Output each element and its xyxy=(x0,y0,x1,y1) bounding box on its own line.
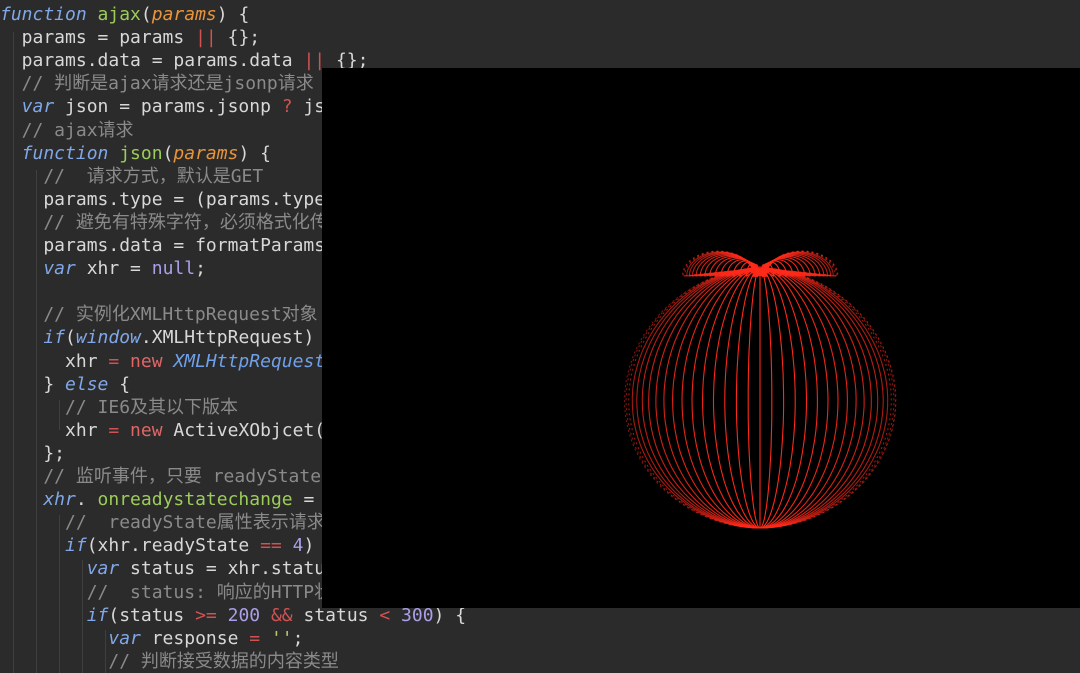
code-token: json xyxy=(119,142,163,164)
code-token: response xyxy=(151,627,250,649)
code-token: if xyxy=(0,535,87,557)
code-token: .XMLHttpRequest) { xyxy=(140,327,336,349)
code-token: . xyxy=(75,489,98,511)
code-token: = xyxy=(292,489,326,511)
heart-wire xyxy=(759,251,884,529)
code-token: || xyxy=(195,27,217,49)
code-token: && xyxy=(270,604,293,626)
code-token: status = xhr.status; xyxy=(130,558,347,580)
code-token: params.type = (params.type xyxy=(0,188,336,210)
code-line: var status = xhr.status; xyxy=(0,557,347,580)
code-token: var xyxy=(0,258,87,280)
code-token: xhr xyxy=(0,489,76,511)
code-token: >= xyxy=(195,604,217,626)
heart-animation-preview xyxy=(322,68,1080,608)
code-line: function ajax(params) { xyxy=(0,3,249,26)
code-line: function json(params) { xyxy=(0,142,271,165)
code-line: // status: 响应的HTTP状态码 xyxy=(0,581,368,604)
code-token: params xyxy=(151,4,217,25)
code-line: var response = ''; xyxy=(0,627,303,650)
code-token: var xyxy=(0,96,66,118)
code-line: // 判断是ajax请求还是jsonp请求 xyxy=(0,72,314,95)
code-token: onreadystatechange xyxy=(97,489,293,511)
code-token: // 判断接受数据的内容类型 xyxy=(0,650,339,672)
code-token: ) { xyxy=(216,4,250,25)
code-token: 4 xyxy=(281,535,304,557)
code-token: var xyxy=(0,627,152,649)
code-token: new xyxy=(119,419,174,441)
code-token: }; xyxy=(0,442,66,464)
code-line: params.data = params.data || {}; xyxy=(0,49,369,72)
code-token: new xyxy=(119,350,174,372)
heart-wire xyxy=(759,264,773,529)
code-token: ( xyxy=(162,142,174,164)
code-token: null xyxy=(151,258,196,280)
code-token: // ajax请求 xyxy=(0,119,134,141)
code-token: params = params xyxy=(0,27,196,49)
code-token: {}; xyxy=(216,27,261,49)
code-line: // 请求方式，默认是GET xyxy=(0,165,263,188)
heart-wire xyxy=(636,251,761,529)
code-line: if(window.XMLHttpRequest) { xyxy=(0,326,336,349)
code-token: ; xyxy=(292,627,304,649)
code-token: window xyxy=(75,327,141,349)
heart-wire xyxy=(759,253,865,529)
code-line: }; xyxy=(0,442,65,465)
code-token: (xhr.readyState xyxy=(86,535,261,557)
code-token: else xyxy=(65,373,109,395)
code-token: // IE6及其以下版本 xyxy=(0,396,239,418)
code-line: // ajax请求 xyxy=(0,119,134,142)
code-token: ( xyxy=(140,4,152,25)
code-token: = xyxy=(249,627,261,649)
code-token: params xyxy=(173,142,239,164)
code-token: params.data = params.data xyxy=(0,50,304,72)
code-line: params = params || {}; xyxy=(0,26,260,49)
code-token: '' xyxy=(260,627,293,649)
code-line: // 实例化XMLHttpRequest对象 xyxy=(0,303,318,326)
code-token: json = params.jsonp xyxy=(65,96,282,118)
code-token: // 实例化XMLHttpRequest对象 xyxy=(0,304,318,326)
code-token: = xyxy=(108,350,120,372)
code-token: XMLHttpRequest xyxy=(173,350,326,372)
code-token: // 判断是ajax请求还是jsonp请求 xyxy=(0,73,314,95)
code-token: ) { xyxy=(238,142,271,164)
code-token: 200 xyxy=(216,604,271,626)
code-token: { xyxy=(108,373,131,395)
code-token: xhr xyxy=(0,350,109,372)
code-line: // 判断接受数据的内容类型 xyxy=(0,650,339,673)
code-token: ajax xyxy=(97,4,141,25)
code-line: var xhr = null; xyxy=(0,257,206,280)
code-line: if(xhr.readyState == 4) { xyxy=(0,534,336,557)
code-token: xhr = xyxy=(86,258,152,280)
code-token: function xyxy=(0,142,120,164)
code-line: xhr = new XMLHttpRequest(); xyxy=(0,350,358,373)
code-token: ( xyxy=(65,327,76,349)
code-token: ; xyxy=(195,258,206,280)
heart-wire xyxy=(655,253,761,529)
code-token: if xyxy=(0,604,109,626)
heart-drawing xyxy=(624,250,897,529)
code-token: // 请求方式，默认是GET xyxy=(0,165,264,187)
heart-wire xyxy=(747,264,761,529)
code-token: == xyxy=(260,535,282,557)
code-token: xhr xyxy=(0,419,109,441)
code-line: // IE6及其以下版本 xyxy=(0,396,238,419)
code-token: function xyxy=(0,4,98,25)
code-token: ? xyxy=(281,96,293,118)
code-line: } else { xyxy=(0,373,130,396)
code-token: var xyxy=(0,558,131,580)
code-token: if xyxy=(0,327,66,349)
code-token: = xyxy=(108,419,120,441)
code-token: } xyxy=(0,373,66,395)
code-token: (status xyxy=(108,604,196,626)
code-token: // status: 响应的HTTP状态码 xyxy=(0,581,369,603)
